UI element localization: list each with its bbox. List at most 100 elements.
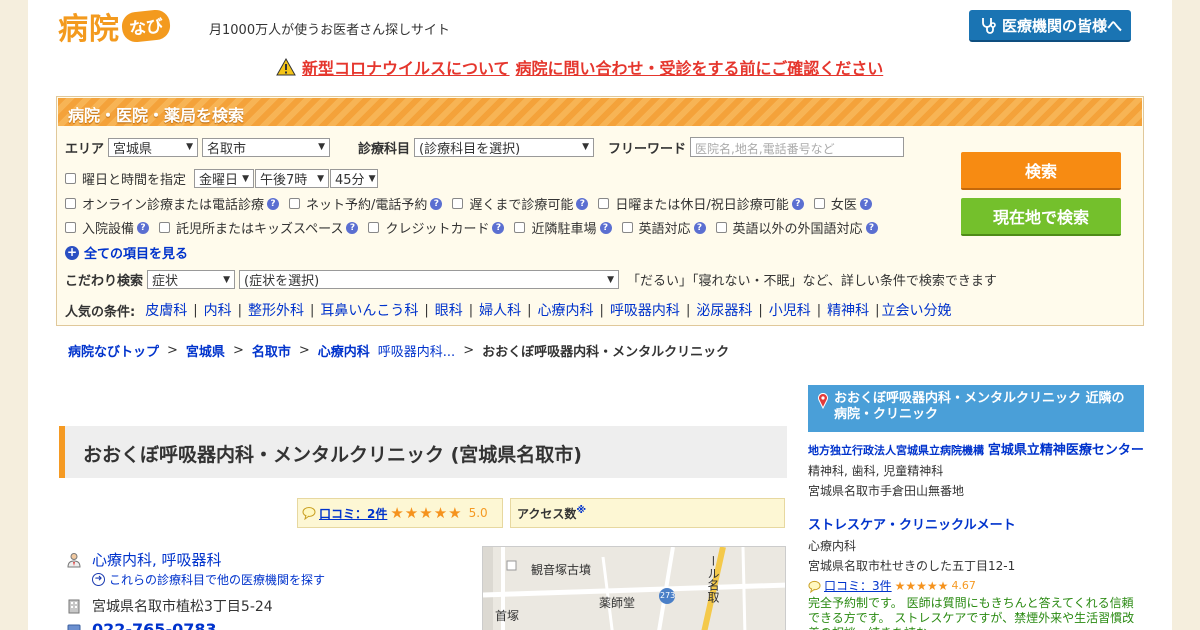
popular-link[interactable]: 婦人科 <box>479 300 521 320</box>
similar-search-link[interactable]: これらの診療科目で他の医療機関を探す <box>109 571 325 588</box>
site-logo[interactable]: 病院 なび <box>58 6 172 47</box>
map-label: 薬師堂 <box>599 596 636 610</box>
symptom-type-select[interactable]: 症状 ▼ <box>147 270 236 289</box>
departments-row: 心療内科, 呼吸器科 <box>66 549 222 570</box>
popular-link[interactable]: 精神科 <box>827 300 869 320</box>
option-checkbox[interactable] <box>65 198 76 209</box>
popular-link[interactable]: 整形外科 <box>248 300 304 320</box>
staff-button-label: 医療機関の皆様へ <box>1001 16 1122 35</box>
help-icon[interactable]: ? <box>492 221 505 234</box>
freeword-input[interactable]: 医院名,地名,電話番号など <box>690 137 905 157</box>
option-checkbox[interactable] <box>452 198 464 209</box>
symptom-type-value: 症状 <box>152 274 179 289</box>
city-value: 名取市 <box>207 141 247 157</box>
popular-link[interactable]: 眼科 <box>435 300 463 320</box>
help-icon[interactable]: ? <box>693 221 706 234</box>
access-note-mark[interactable]: ※ <box>576 505 586 516</box>
help-icon[interactable]: ? <box>430 197 443 210</box>
separator: | <box>193 302 198 318</box>
staff-button[interactable]: 医療機関の皆様へ <box>969 10 1131 42</box>
freeword-label: フリーワード <box>608 141 687 157</box>
chevron-down-icon: ▼ <box>318 142 326 152</box>
prefecture-select[interactable]: 宮城県 ▼ <box>108 137 199 157</box>
datetime-checkbox[interactable] <box>65 173 76 184</box>
covid-link[interactable]: 新型コロナウイルスについて <box>302 55 510 79</box>
address-row: 宮城県名取市植松3丁目5-24 <box>66 596 273 616</box>
nearby-name-link[interactable]: 宮城県立精神医療センター <box>988 443 1144 458</box>
option-checkbox[interactable] <box>813 198 825 209</box>
department-label: 診療科目 <box>358 141 411 157</box>
phone-number[interactable]: 022-765-0783 <box>92 620 217 630</box>
separator: | <box>599 302 604 318</box>
option-checkbox[interactable] <box>159 222 171 233</box>
options-row-1: オンライン診療または電話診療? ネット予約/電話予約? 遅くまで診療可能? 日曜… <box>65 194 882 213</box>
separator: | <box>816 302 822 318</box>
option-checkbox[interactable] <box>65 222 76 233</box>
road-number-label: 273 <box>660 591 676 600</box>
option-checkbox[interactable] <box>514 222 526 233</box>
option-label: 女医 <box>830 198 857 213</box>
breadcrumb-link[interactable]: 宮城県 <box>186 341 225 360</box>
review-link[interactable]: 口コミ：2件 <box>319 505 387 522</box>
city-select[interactable]: 名取市 ▼ <box>202 137 331 157</box>
help-icon[interactable]: ? <box>859 197 872 210</box>
show-all-link[interactable]: 全ての項目を見る <box>84 243 188 262</box>
separator: | <box>527 302 532 318</box>
option-checkbox[interactable] <box>715 222 727 233</box>
rating-stars: ★★★★★ <box>390 504 463 522</box>
popular-link[interactable]: 内科 <box>204 300 232 320</box>
nearby-comment[interactable]: 完全予約制です。 医師は質問にもきちんと答えてくれる信頼できる方です。 ストレス… <box>808 596 1142 630</box>
nearby-name-link[interactable]: ストレスケア・クリニックルメート <box>808 518 1016 533</box>
help-icon[interactable]: ? <box>791 197 804 210</box>
popular-link[interactable]: 泌尿器科 <box>696 300 752 320</box>
nearby-org-link[interactable]: 地方独立行政法人宮城県立病院機構 <box>808 444 984 457</box>
confirm-link[interactable]: 病院に問い合わせ・受診をする前にご確認ください <box>516 55 884 79</box>
breadcrumb-sep: > <box>463 343 475 358</box>
option-checkbox[interactable] <box>621 222 633 233</box>
help-icon[interactable]: ? <box>137 221 150 234</box>
help-icon[interactable]: ? <box>599 221 612 234</box>
breadcrumb-link[interactable]: 病院なびトップ <box>68 341 159 360</box>
department-select[interactable]: (診療科目を選択) ▼ <box>414 137 595 157</box>
popular-link[interactable]: 小児科 <box>769 300 811 320</box>
phone-icon <box>67 624 81 630</box>
popular-link[interactable]: 呼吸器内科 <box>610 300 680 320</box>
datetime-row: 曜日と時間を指定 金曜日 ▼ 午後7時 ▼ 45分 ▼ <box>65 169 382 188</box>
option-label: 近隣駐車場 <box>531 222 597 237</box>
search-panel: 病院・医院・薬局を検索 エリア 宮城県 ▼ 名取市 ▼ 診療科目 (診療科目を選択)… <box>56 96 1144 326</box>
map[interactable]: 観音塚古墳 薬師堂 首塚 273 ール名取 <box>482 546 786 630</box>
day-select[interactable]: 金曜日 ▼ <box>194 169 255 188</box>
option-checkbox[interactable] <box>289 198 301 209</box>
geo-search-button[interactable]: 現在地で検索 <box>961 198 1121 236</box>
kodawari-label: こだわり検索 <box>65 274 144 289</box>
nearby-header: おおくぼ呼吸器内科・メンタルクリニック 近隣の病院・クリニック <box>808 385 1144 432</box>
option-checkbox[interactable] <box>368 222 380 233</box>
popular-link[interactable]: 心療内科 <box>538 300 594 320</box>
option-label: 託児所またはキッズスペース <box>176 222 344 237</box>
help-icon[interactable]: ? <box>865 221 878 234</box>
help-icon[interactable]: ? <box>267 197 280 210</box>
map-label: ール名取 <box>706 555 720 603</box>
breadcrumb-link[interactable]: 名取市 <box>252 341 291 360</box>
breadcrumb-more-link[interactable]: 呼吸器内科... <box>378 341 455 360</box>
symptom-select[interactable]: (症状を選択) ▼ <box>239 270 620 289</box>
help-icon[interactable]: ? <box>346 221 359 234</box>
popular-link[interactable]: 耳鼻いんこう科 <box>320 300 418 320</box>
help-icon[interactable]: ? <box>576 197 589 210</box>
popular-link[interactable]: 皮膚科 <box>145 300 187 320</box>
option-checkbox[interactable] <box>598 198 610 209</box>
covid-notice: 新型コロナウイルスについて 病院に問い合わせ・受診をする前にご確認ください <box>276 55 883 79</box>
search-button[interactable]: 検索 <box>961 152 1121 190</box>
hour-select[interactable]: 午後7時 ▼ <box>255 169 330 188</box>
separator: | <box>424 302 429 318</box>
department-value: (診療科目を選択) <box>419 141 521 157</box>
minute-select[interactable]: 45分 ▼ <box>330 169 379 188</box>
popular-link[interactable]: 立会い分娩 <box>882 300 952 320</box>
option-label: 英語対応 <box>638 222 691 237</box>
option-label: 日曜または休日/祝日診療可能 <box>615 198 789 213</box>
nearby-clinic: ストレスケア・クリニックルメート 心療内科 宮城県名取市杜せきのした五丁目12-… <box>808 515 1148 630</box>
nearby-review-link[interactable]: 口コミ：3件 <box>824 576 892 596</box>
departments-link[interactable]: 心療内科, 呼吸器科 <box>92 549 222 570</box>
breadcrumb-link[interactable]: 心療内科 <box>318 341 370 360</box>
symptom-value: (症状を選択) <box>244 274 320 289</box>
